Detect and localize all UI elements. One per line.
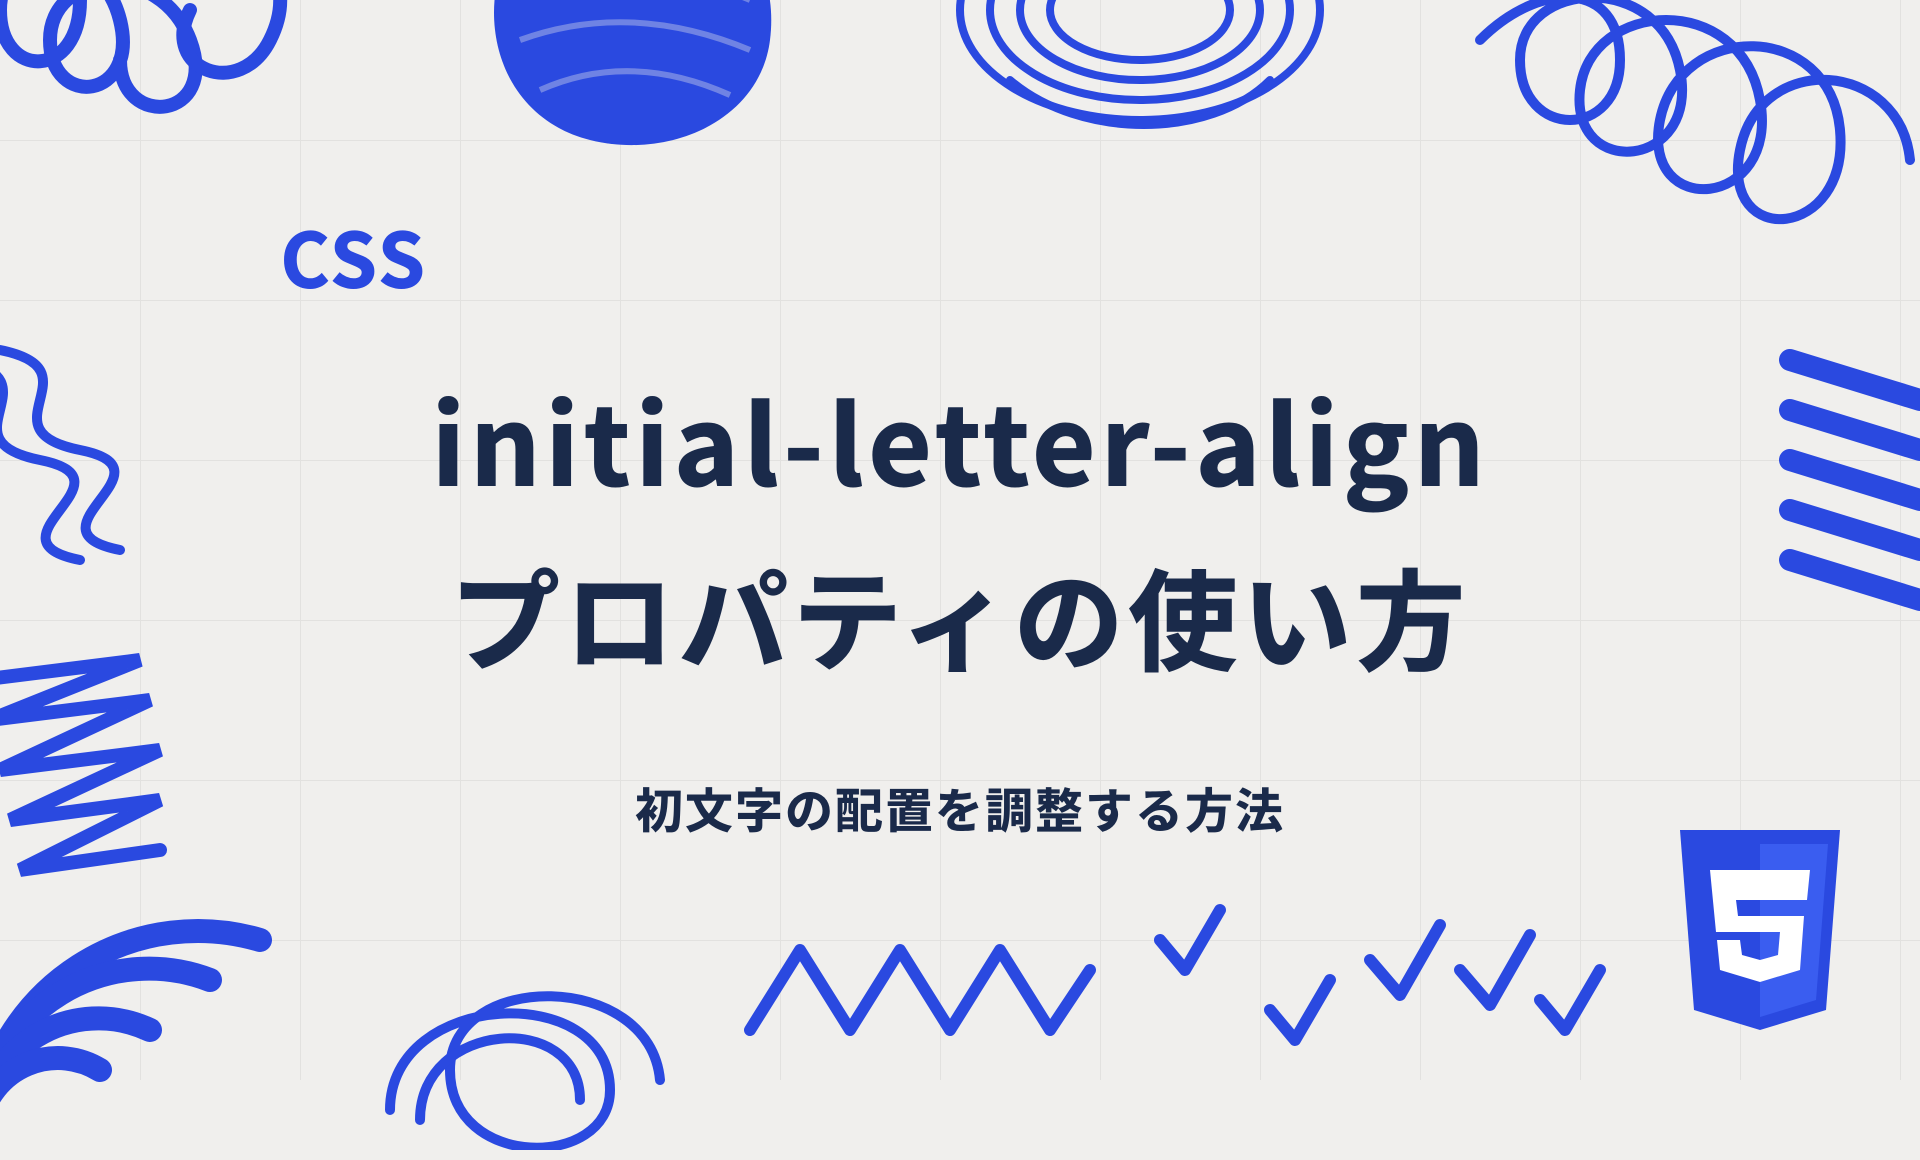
page-title: initial-letter-align プロパティの使い方 [0, 350, 1920, 702]
doodle-zigzag-bottom [740, 920, 1100, 1060]
page-subtitle: 初文字の配置を調整する方法 [0, 772, 1920, 842]
title-line-1: initial-letter-align [431, 358, 1489, 518]
doodle-scribble-circle [930, 0, 1350, 180]
doodle-blob-top [470, 0, 790, 160]
css3-logo-icon [1660, 820, 1860, 1040]
main-content: CSS initial-letter-align プロパティの使い方 初文字の配… [0, 200, 1920, 842]
doodle-loops-top-left [0, 0, 320, 200]
category-label: CSS [280, 200, 427, 310]
doodle-swirl-bottom [360, 910, 680, 1150]
title-line-2: プロパティの使い方 [450, 534, 1469, 694]
doodle-arcs-bottom-left [0, 860, 300, 1160]
doodle-checks-bottom [1150, 900, 1610, 1060]
